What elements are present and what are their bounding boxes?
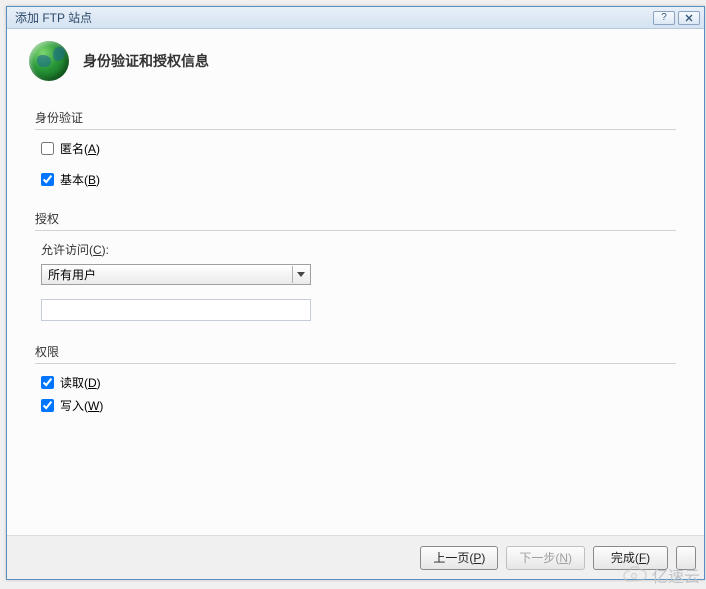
cancel-button-clipped[interactable]: [676, 546, 696, 570]
basic-label: 基本(B): [60, 171, 100, 188]
previous-button[interactable]: 上一页(P): [420, 546, 498, 570]
anonymous-checkbox-row[interactable]: 匿名(A): [41, 140, 676, 157]
basic-checkbox[interactable]: [41, 173, 54, 186]
permissions-group: 权限 读取(D) 写入(W): [35, 343, 676, 414]
add-ftp-site-dialog: 添加 FTP 站点 ? 身份验证和授权信息 身份验证 匿名(A) 基本(B): [6, 6, 705, 580]
close-icon: [685, 14, 693, 22]
titlebar: 添加 FTP 站点 ?: [7, 7, 704, 29]
dialog-content: 身份验证和授权信息 身份验证 匿名(A) 基本(B) 授权 允许访问(C):: [7, 29, 704, 414]
specify-users-input[interactable]: [41, 299, 311, 321]
dropdown-selected-value: 所有用户: [48, 266, 292, 283]
read-checkbox-row[interactable]: 读取(D): [41, 374, 676, 391]
write-label: 写入(W): [60, 397, 103, 414]
permissions-group-label: 权限: [35, 343, 676, 364]
dialog-button-row: 上一页(P) 下一步(N) 完成(F): [7, 535, 704, 579]
allow-access-label: 允许访问(C):: [41, 241, 676, 258]
anonymous-label: 匿名(A): [60, 140, 100, 157]
allow-access-dropdown[interactable]: 所有用户: [41, 264, 311, 285]
authentication-group-label: 身份验证: [35, 109, 676, 130]
authentication-group: 身份验证 匿名(A) 基本(B): [35, 109, 676, 188]
write-checkbox-row[interactable]: 写入(W): [41, 397, 676, 414]
authorization-group: 授权 允许访问(C): 所有用户: [35, 210, 676, 321]
write-checkbox[interactable]: [41, 399, 54, 412]
next-button: 下一步(N): [506, 546, 585, 570]
window-title: 添加 FTP 站点: [15, 9, 650, 26]
finish-button[interactable]: 完成(F): [593, 546, 668, 570]
chevron-down-icon: [292, 266, 308, 283]
globe-icon: [29, 41, 69, 81]
read-checkbox[interactable]: [41, 376, 54, 389]
basic-checkbox-row[interactable]: 基本(B): [41, 171, 676, 188]
page-title: 身份验证和授权信息: [83, 51, 209, 71]
anonymous-checkbox[interactable]: [41, 142, 54, 155]
page-header: 身份验证和授权信息: [25, 41, 686, 81]
authorization-group-label: 授权: [35, 210, 676, 231]
read-label: 读取(D): [60, 374, 101, 391]
help-button[interactable]: ?: [653, 11, 675, 25]
close-button[interactable]: [678, 11, 700, 25]
